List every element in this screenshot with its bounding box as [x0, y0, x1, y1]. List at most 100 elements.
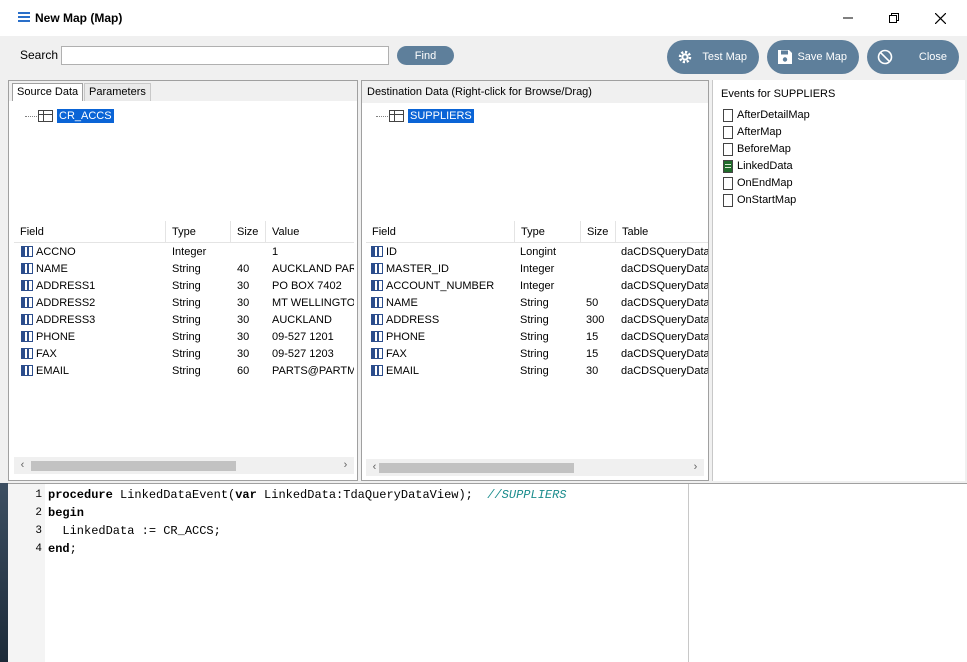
column-header-size[interactable]: Size [581, 221, 616, 243]
column-header-field[interactable]: Field [366, 221, 515, 243]
destination-horizontal-scrollbar[interactable]: ‹ › [366, 459, 704, 476]
table-row[interactable]: ADDRESS1 String 30 PO BOX 7402 [14, 278, 354, 295]
cell-text: NAME [386, 297, 418, 309]
cell-text: Integer [520, 263, 555, 275]
table-row[interactable]: MASTER_ID Integer daCDSQueryData [366, 261, 708, 278]
field-icon [371, 348, 383, 359]
column-header-value[interactable]: Value [266, 221, 354, 243]
column-header-table[interactable]: Table [616, 221, 708, 243]
scroll-right-icon[interactable]: › [337, 457, 354, 474]
close-button[interactable]: Close [867, 40, 959, 74]
cell-text: String [520, 348, 549, 360]
scroll-right-icon[interactable]: › [687, 459, 704, 476]
event-item[interactable]: AfterMap [723, 125, 782, 139]
event-item[interactable]: OnEndMap [723, 176, 793, 190]
field-icon [371, 365, 383, 376]
cell-text: String [520, 314, 549, 326]
source-horizontal-scrollbar[interactable]: ‹ › [14, 457, 354, 474]
cell-text: String [172, 348, 201, 360]
table-row[interactable]: ID Longint daCDSQueryData [366, 244, 708, 261]
field-cell: EMAIL [21, 363, 161, 380]
scroll-thumb[interactable] [31, 461, 236, 471]
test-map-button[interactable]: Test Map [667, 40, 759, 74]
type-cell: Integer [520, 261, 580, 278]
type-cell: String [520, 346, 580, 363]
field-cell: ADDRESS2 [21, 295, 161, 312]
destination-tree-node[interactable]: SUPPLIERS [376, 109, 474, 123]
cell-text: String [172, 365, 201, 377]
line-number-gutter: 1 2 3 4 [8, 484, 45, 662]
cell-text: 09-527 1203 [272, 348, 334, 360]
table-row[interactable]: ADDRESS3 String 30 AUCKLAND [14, 312, 354, 329]
document-icon [723, 108, 733, 122]
cell-text: ADDRESS2 [36, 297, 96, 309]
field-cell: ACCOUNT_NUMBER [371, 278, 511, 295]
close-window-button[interactable] [917, 0, 963, 36]
column-header-field[interactable]: Field [14, 221, 166, 243]
table-row[interactable]: PHONE String 30 09-527 1201 [14, 329, 354, 346]
table-row[interactable]: ACCNO Integer 1 [14, 244, 354, 261]
find-button[interactable]: Find [397, 46, 454, 65]
field-icon [21, 246, 33, 257]
size-cell: 50 [586, 295, 616, 312]
table-row[interactable]: FAX String 15 daCDSQueryData [366, 346, 708, 363]
cell-text: Integer [520, 280, 555, 292]
event-item[interactable]: OnStartMap [723, 193, 796, 207]
app-menu-icon[interactable] [18, 12, 30, 22]
table-row[interactable]: NAME String 50 daCDSQueryData [366, 295, 708, 312]
destination-tree-label: SUPPLIERS [408, 109, 474, 123]
restore-button[interactable] [871, 0, 917, 36]
value-cell: daCDSQueryData [621, 363, 708, 380]
value-cell: AUCKLAND [272, 312, 354, 329]
cell-text: 50 [586, 297, 599, 309]
column-header-type[interactable]: Type [515, 221, 581, 243]
source-fields-grid: Field Type Size Value ACCNO Integer 1 NAME S… [14, 221, 354, 459]
cell-text: String [520, 297, 549, 309]
value-cell: 09-527 1203 [272, 346, 354, 363]
value-cell: daCDSQueryData [621, 261, 708, 278]
search-input[interactable] [61, 46, 389, 65]
event-item[interactable]: BeforeMap [723, 142, 791, 156]
cell-text: String [172, 331, 201, 343]
field-icon [21, 297, 33, 308]
column-header-type[interactable]: Type [166, 221, 231, 243]
table-row[interactable]: EMAIL String 30 daCDSQueryData [366, 363, 708, 380]
tab-source-data[interactable]: Source Data [12, 83, 84, 101]
line-number: 1 [35, 489, 42, 501]
table-row[interactable]: ADDRESS String 300 daCDSQueryData [366, 312, 708, 329]
gear-icon [678, 50, 692, 64]
code-line-3: LinkedData := CR_ACCS; [48, 524, 221, 538]
scroll-thumb[interactable] [379, 463, 574, 473]
field-cell: EMAIL [371, 363, 511, 380]
tab-parameters[interactable]: Parameters [84, 83, 151, 101]
minimize-button[interactable] [825, 0, 871, 36]
code-editor[interactable]: 1 2 3 4 procedure LinkedDataEvent(var Li… [8, 483, 967, 662]
event-item[interactable]: LinkedData [723, 159, 793, 173]
field-icon [21, 280, 33, 291]
table-row[interactable]: ADDRESS2 String 30 MT WELLINGTON [14, 295, 354, 312]
table-row[interactable]: ACCOUNT_NUMBER Integer daCDSQueryData [366, 278, 708, 295]
cell-text: daCDSQueryData [621, 331, 708, 343]
size-cell [237, 244, 267, 261]
table-row[interactable]: PHONE String 15 daCDSQueryData [366, 329, 708, 346]
cell-text: daCDSQueryData [621, 348, 708, 360]
event-item[interactable]: AfterDetailMap [723, 108, 810, 122]
document-icon [723, 193, 733, 207]
field-cell: NAME [21, 261, 161, 278]
table-row[interactable]: NAME String 40 AUCKLAND PAR. [14, 261, 354, 278]
save-map-button[interactable]: Save Map [767, 40, 859, 74]
cell-text: String [520, 331, 549, 343]
column-header-size[interactable]: Size [231, 221, 266, 243]
table-row[interactable]: FAX String 30 09-527 1203 [14, 346, 354, 363]
source-tree-node[interactable]: CR_ACCS [25, 109, 114, 123]
cell-text: String [172, 314, 201, 326]
cell-text: PHONE [386, 331, 426, 343]
cell-text: FAX [36, 348, 57, 360]
scroll-left-icon[interactable]: ‹ [14, 457, 31, 474]
field-cell: MASTER_ID [371, 261, 511, 278]
field-cell: ADDRESS [371, 312, 511, 329]
code-line-4: end; [48, 542, 77, 556]
destination-header: Destination Data (Right-click for Browse… [362, 81, 708, 103]
events-panel: Events for SUPPLIERS AfterDetailMap After… [712, 80, 965, 481]
table-row[interactable]: EMAIL String 60 PARTS@PARTM. [14, 363, 354, 380]
